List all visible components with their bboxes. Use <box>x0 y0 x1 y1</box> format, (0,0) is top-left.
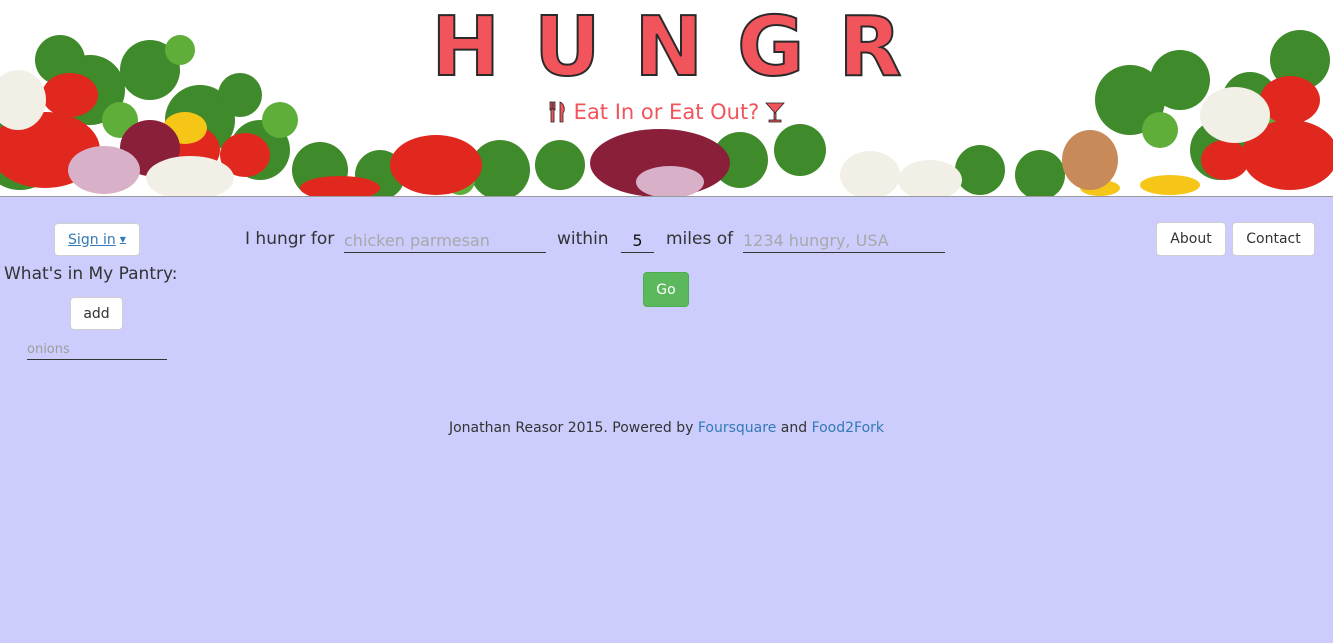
footer-text: Jonathan Reasor 2015. Powered by <box>448 420 694 436</box>
caret-down-icon: ▼ <box>119 235 126 244</box>
fork-knife-icon <box>549 101 565 123</box>
sign-in-label: Sign in <box>68 231 116 248</box>
food-search-input[interactable] <box>344 228 546 253</box>
miles-of-label: miles of <box>666 229 734 249</box>
location-input[interactable] <box>743 228 945 253</box>
pantry-input[interactable] <box>27 339 167 360</box>
site-title: HUNGR <box>430 0 936 96</box>
pantry-title: What's in My Pantry: <box>4 264 178 284</box>
sign-in-button[interactable]: Sign in ▼ <box>54 223 140 256</box>
tagline: Eat In or Eat Out? <box>0 100 1333 124</box>
cocktail-glass-icon <box>765 102 786 123</box>
add-pantry-button[interactable]: add <box>70 297 123 330</box>
about-button[interactable]: About <box>1156 222 1226 256</box>
food2fork-link[interactable]: Food2Fork <box>812 420 884 436</box>
tagline-text: Eat In or Eat Out? <box>573 100 760 124</box>
miles-input[interactable] <box>621 228 654 253</box>
foursquare-link[interactable]: Foursquare <box>698 420 776 436</box>
within-label: within <box>557 229 609 249</box>
header-banner: HUNGR Eat In or Eat Out? <box>0 0 1333 197</box>
footer-joiner: and <box>780 420 808 436</box>
contact-button[interactable]: Contact <box>1232 222 1315 256</box>
search-prefix-label: I hungr for <box>245 229 335 249</box>
go-button[interactable]: Go <box>643 272 689 307</box>
footer: Jonathan Reasor 2015. Powered by Foursqu… <box>0 420 1333 436</box>
